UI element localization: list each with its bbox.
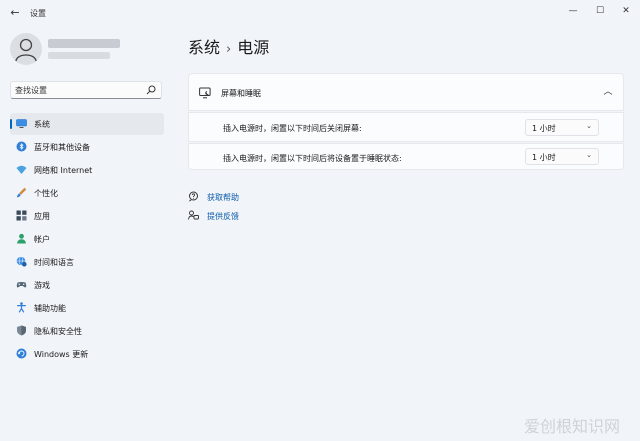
sidebar-item-privacy-security[interactable]: 隐私和安全性 bbox=[10, 320, 164, 342]
dropdown-value: 1 小时 bbox=[532, 153, 556, 162]
shield-icon bbox=[17, 325, 26, 336]
apps-icon bbox=[16, 210, 27, 221]
sidebar-item-label: 蓝牙和其他设备 bbox=[34, 143, 90, 152]
sidebar-item-label: 系统 bbox=[34, 120, 50, 129]
selection-indicator bbox=[10, 119, 12, 129]
search-icon[interactable] bbox=[145, 84, 157, 96]
brush-icon bbox=[16, 187, 27, 198]
sidebar-item-label: 游戏 bbox=[34, 281, 50, 290]
search-box[interactable] bbox=[10, 81, 162, 99]
person-icon bbox=[15, 38, 37, 62]
maximize-button[interactable]: ☐ bbox=[588, 4, 612, 18]
sidebar-item-time-language[interactable]: 时间和语言 bbox=[10, 251, 164, 273]
sidebar-item-system[interactable]: 系统 bbox=[10, 113, 164, 135]
chevron-down-icon: ⌄ bbox=[586, 122, 592, 130]
setting-label: 插入电源时，闲置以下时间后关闭屏幕: bbox=[223, 124, 362, 133]
user-email-blurred bbox=[48, 52, 110, 59]
wifi-icon bbox=[16, 165, 27, 174]
update-icon bbox=[16, 348, 27, 359]
sidebar-item-personalization[interactable]: 个性化 bbox=[10, 182, 164, 204]
display-icon bbox=[16, 119, 27, 128]
sidebar-item-windows-update[interactable]: Windows 更新 bbox=[10, 343, 164, 365]
search-input[interactable] bbox=[15, 84, 143, 97]
app-title: 设置 bbox=[30, 9, 46, 18]
sidebar-item-bluetooth[interactable]: 蓝牙和其他设备 bbox=[10, 136, 164, 158]
page-title: 电源 bbox=[237, 38, 270, 57]
screen-off-setting-row: 插入电源时，闲置以下时间后关闭屏幕: 1 小时 ⌄ bbox=[188, 112, 624, 142]
screen-off-dropdown[interactable]: 1 小时 ⌄ bbox=[525, 119, 599, 136]
feedback-icon bbox=[188, 210, 199, 220]
sidebar-item-apps[interactable]: 应用 bbox=[10, 205, 164, 227]
sidebar-item-label: 辅助功能 bbox=[34, 304, 66, 313]
globe-clock-icon bbox=[16, 256, 27, 267]
breadcrumb-parent[interactable]: 系统 bbox=[188, 38, 220, 57]
avatar[interactable] bbox=[10, 33, 42, 65]
screen-sleep-section-header[interactable]: 屏幕和睡眠 ︿ bbox=[188, 73, 624, 111]
section-title: 屏幕和睡眠 bbox=[221, 89, 261, 98]
sidebar-item-accounts[interactable]: 帐户 bbox=[10, 228, 164, 250]
sidebar-item-accessibility[interactable]: 辅助功能 bbox=[10, 297, 164, 319]
user-name-blurred bbox=[48, 39, 120, 48]
dropdown-value: 1 小时 bbox=[532, 124, 556, 133]
sidebar-item-label: 个性化 bbox=[34, 189, 58, 198]
sidebar-nav: 系统 蓝牙和其他设备 网络和 Internet 个性化 应用 帐户 时间和语言 … bbox=[10, 113, 164, 366]
link-label: 获取帮助 bbox=[207, 193, 239, 202]
sidebar-item-label: 应用 bbox=[34, 212, 50, 221]
chevron-down-icon: ⌄ bbox=[586, 151, 592, 159]
sidebar-item-label: 隐私和安全性 bbox=[34, 327, 82, 336]
close-button[interactable]: ✕ bbox=[614, 4, 638, 18]
breadcrumb-separator: › bbox=[226, 42, 232, 57]
minimize-button[interactable]: — bbox=[561, 4, 585, 18]
sidebar-item-label: Windows 更新 bbox=[34, 350, 89, 359]
breadcrumb: 系统 › 电源 bbox=[188, 34, 269, 58]
setting-label: 插入电源时，闲置以下时间后将设备置于睡眠状态: bbox=[223, 154, 402, 163]
help-icon bbox=[189, 191, 198, 202]
sidebar-item-gaming[interactable]: 游戏 bbox=[10, 274, 164, 296]
bluetooth-icon bbox=[16, 141, 27, 152]
chevron-up-icon[interactable]: ︿ bbox=[603, 87, 613, 97]
accessibility-icon bbox=[17, 302, 26, 313]
sleep-dropdown[interactable]: 1 小时 ⌄ bbox=[525, 148, 599, 165]
person-icon bbox=[17, 233, 26, 244]
sidebar-item-label: 网络和 Internet bbox=[34, 166, 93, 175]
screen-sleep-icon bbox=[199, 87, 211, 99]
sidebar-item-network[interactable]: 网络和 Internet bbox=[10, 159, 164, 181]
title-bar: ← 设置 — ☐ ✕ bbox=[0, 0, 640, 28]
sidebar-item-label: 帐户 bbox=[34, 235, 50, 244]
gamepad-icon bbox=[16, 282, 27, 288]
link-label: 提供反馈 bbox=[207, 212, 239, 221]
sidebar-item-label: 时间和语言 bbox=[34, 258, 74, 267]
back-arrow-icon[interactable]: ← bbox=[8, 6, 22, 20]
sleep-setting-row: 插入电源时，闲置以下时间后将设备置于睡眠状态: 1 小时 ⌄ bbox=[188, 143, 624, 170]
watermark-text: 爱创根知识网 bbox=[524, 417, 621, 436]
